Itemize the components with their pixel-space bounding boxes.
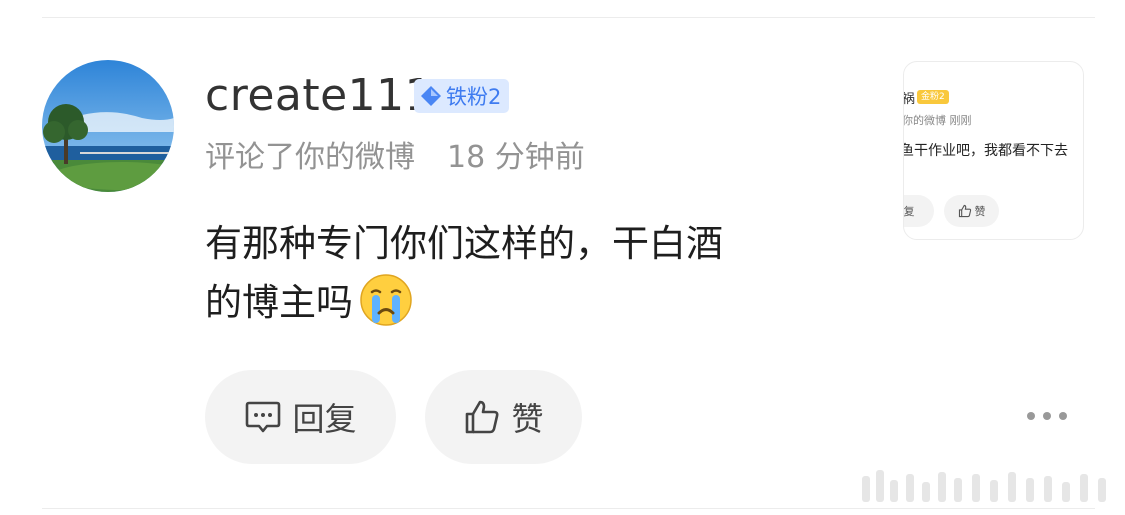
more-options-icon[interactable] [1027,406,1067,426]
avatar[interactable] [42,60,174,192]
dot [1059,412,1067,420]
badge-label: 铁粉2 [446,85,502,109]
comment-line-2-text: 的博主吗 [205,281,353,324]
like-button[interactable]: 赞 [425,370,582,464]
top-divider [42,17,1095,18]
comment-icon [246,401,281,433]
dot [1027,412,1035,420]
action-text: 评论了你的微博 [205,140,415,175]
timestamp: 18 分钟前 [447,140,585,175]
thumb-body: 鱼干作业吧，我都看不下去 [903,143,1068,159]
thumb-name: 祸 [903,92,916,107]
thumb-level-badge: 金粉2 [917,90,949,104]
thumb-meta: 你的微博 刚刚 [903,114,972,127]
thumbs-up-icon [466,400,499,434]
bottom-divider [42,508,1095,509]
like-label: 赞 [511,400,544,438]
comment-line-1: 有那种专门你们这样的，干白酒 [205,222,723,265]
comment-text: 有那种专门你们这样的，干白酒 的博主吗 [205,215,855,332]
thumb-reply-button: 复 [903,195,934,227]
thumbs-up-icon [958,204,971,218]
original-post-thumbnail[interactable]: 祸 金粉2 你的微博 刚刚 鱼干作业吧，我都看不下去 复 赞 [903,61,1084,240]
username[interactable]: create111 [205,70,433,122]
dot [1043,412,1051,420]
thumb-like-label: 赞 [974,205,986,218]
watermark [862,468,1118,504]
comment-meta: 评论了你的微博 18 分钟前 [205,138,585,178]
thumb-like-button: 赞 [944,195,999,227]
thumb-reply-label: 复 [903,205,915,218]
reply-button[interactable]: 回复 [205,370,396,464]
crying-face-icon [360,274,412,326]
reply-label: 回复 [292,400,357,438]
diamond-icon [421,86,441,106]
fan-badge[interactable]: 铁粉2 [414,79,510,113]
comment-line-2: 的博主吗 [205,273,855,332]
